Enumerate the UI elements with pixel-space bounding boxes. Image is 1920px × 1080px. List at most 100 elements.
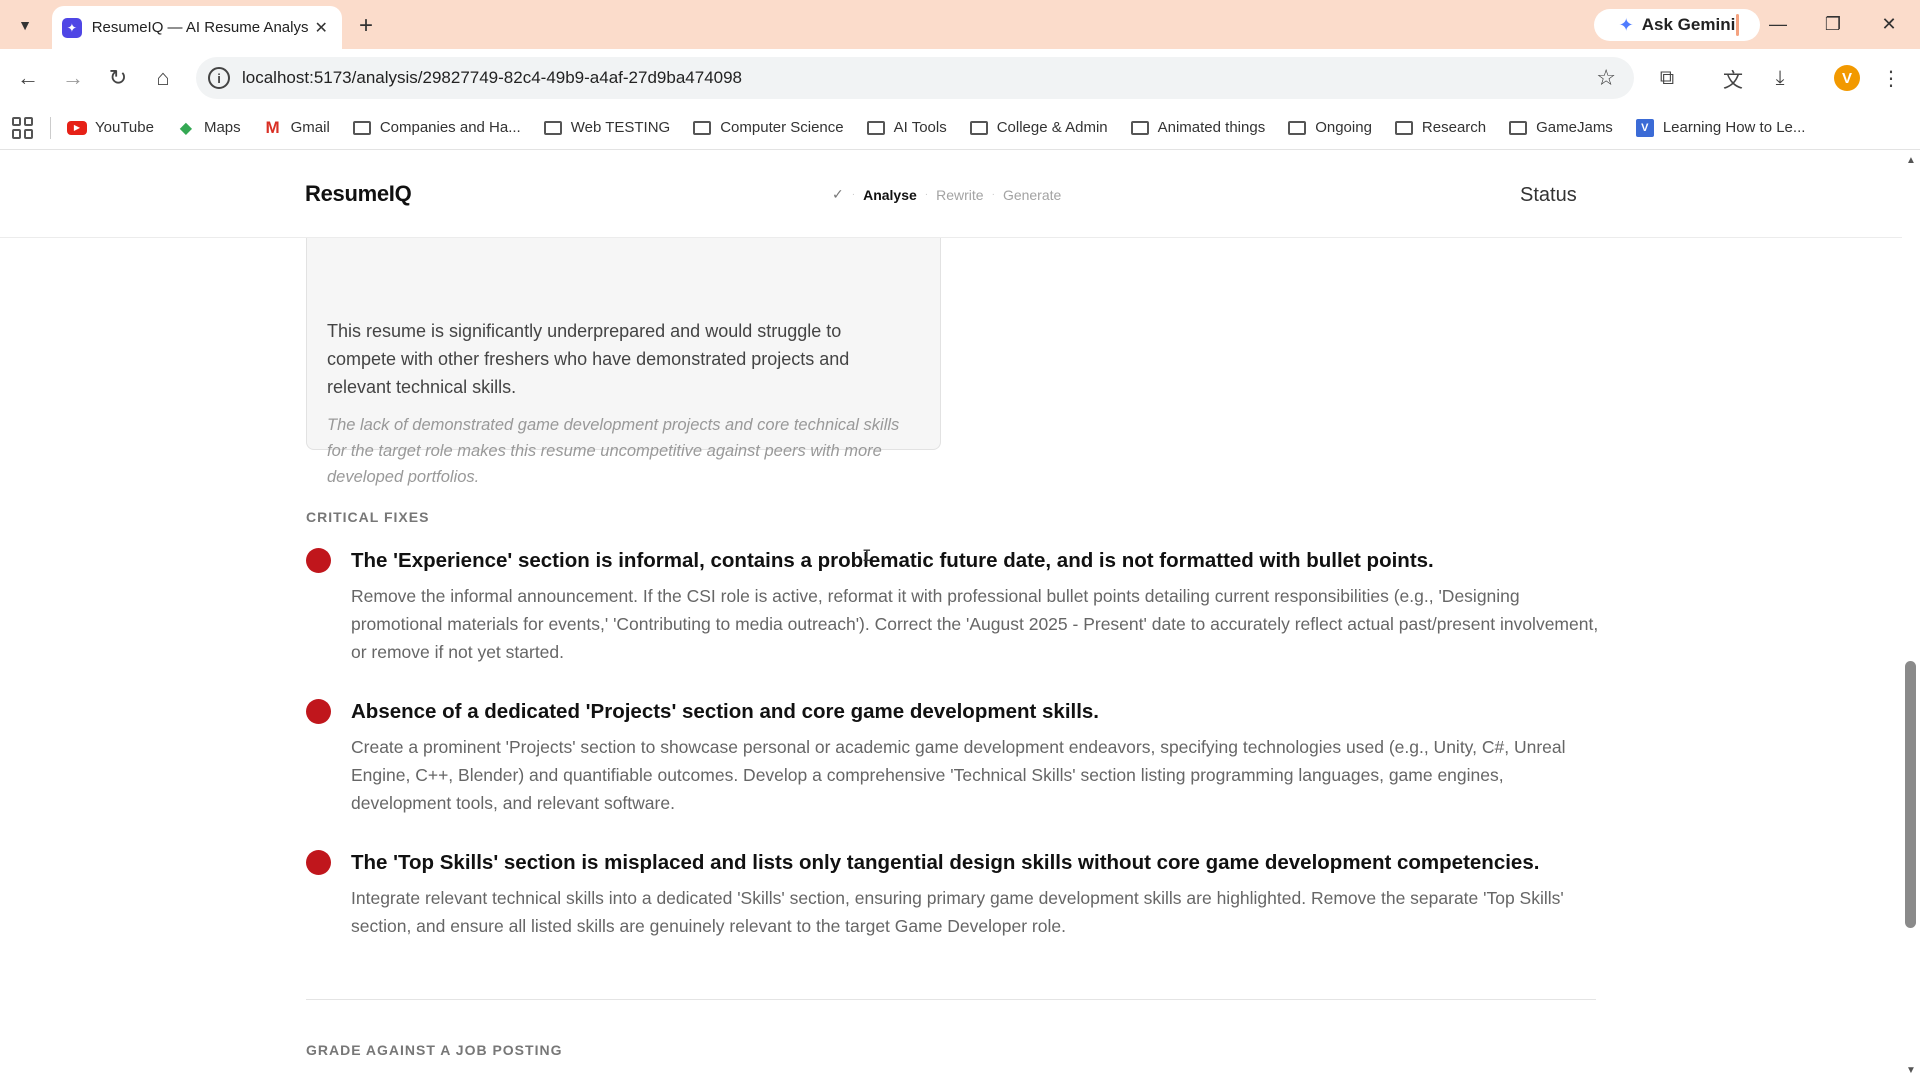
youtube-icon: ▶ <box>67 120 87 135</box>
translate-button[interactable]: 文 <box>1716 61 1750 95</box>
bookmarks-separator <box>50 116 51 139</box>
critical-fixes-heading: CRITICAL FIXES <box>306 509 430 525</box>
scroll-down-icon[interactable]: ▼ <box>1906 1065 1916 1076</box>
bookmark-animated-things[interactable]: Animated things <box>1130 119 1265 137</box>
page-scrollbar[interactable]: ▲ ▼ <box>1902 151 1920 1080</box>
minimize-icon: — <box>1769 13 1787 34</box>
scroll-up-icon[interactable]: ▲ <box>1906 155 1916 166</box>
bookmark-research[interactable]: Research <box>1394 119 1486 137</box>
url-text[interactable]: localhost:5173/analysis/29827749-82c4-49… <box>242 68 742 88</box>
tab-search-button[interactable]: ▼ <box>10 10 40 40</box>
fix-detail: Integrate relevant technical skills into… <box>351 888 1564 936</box>
step-separator: · <box>851 189 856 200</box>
new-tab-button[interactable]: + <box>352 12 380 40</box>
step-rewrite[interactable]: Rewrite <box>936 187 983 203</box>
restore-icon: ❐ <box>1824 13 1842 34</box>
arrow-left-icon: ← <box>17 65 39 90</box>
puzzle-icon: ⧉ <box>1659 66 1675 89</box>
progress-steps: ✓ · Analyse · Rewrite · Generate <box>832 186 1061 203</box>
bookmark-learning[interactable]: V Learning How to Le... <box>1635 118 1805 137</box>
close-icon[interactable]: ✕ <box>310 17 332 39</box>
bookmark-ongoing[interactable]: Ongoing <box>1287 119 1372 137</box>
folder-icon <box>693 120 712 135</box>
critical-severity-icon <box>306 699 331 724</box>
bookmark-gmail[interactable]: M Gmail <box>263 117 330 137</box>
reload-icon: ↻ <box>108 65 128 90</box>
bookmark-star-icon[interactable]: ☆ <box>1596 65 1616 91</box>
restore-button[interactable]: ❐ <box>1810 8 1856 40</box>
verdict-summary: This resume is significantly underprepar… <box>327 321 850 397</box>
apps-grid-icon[interactable] <box>12 116 34 139</box>
step-separator: · <box>924 189 929 200</box>
downloads-button[interactable]: ⤓ <box>1763 61 1797 95</box>
fix-title: The 'Top Skills' section is misplaced an… <box>351 851 1540 874</box>
ask-gemini-label: Ask Gemini <box>1641 15 1736 34</box>
critical-fix-item: The 'Top Skills' section is misplaced an… <box>306 850 1596 940</box>
folder-icon <box>352 120 371 135</box>
download-icon: ⤓ <box>1775 66 1785 89</box>
folder-icon <box>543 120 562 135</box>
page-viewport: This resume is significantly underprepar… <box>0 151 1902 1080</box>
close-window-button[interactable]: ✕ <box>1866 8 1912 40</box>
gemini-sparkle-icon: ✦ <box>1618 14 1634 35</box>
step-separator: · <box>991 189 995 200</box>
bookmark-maps[interactable]: ◆ Maps <box>176 119 241 137</box>
job-posting-heading: GRADE AGAINST A JOB POSTING <box>306 1042 563 1058</box>
folder-icon <box>1509 120 1528 135</box>
step-analyse[interactable]: Analyse <box>863 187 917 203</box>
browser-menu-button[interactable]: ⋮ <box>1874 61 1908 95</box>
bookmark-companies[interactable]: Companies and Ha... <box>352 119 521 137</box>
extensions-button[interactable]: ⧉ <box>1650 61 1684 95</box>
folder-icon <box>866 120 885 135</box>
home-button[interactable]: ⌂ <box>146 61 180 95</box>
reload-button[interactable]: ↻ <box>101 61 135 95</box>
tab-title: ResumeIQ — AI Resume Analys <box>91 19 309 36</box>
verdict-card: This resume is significantly underprepar… <box>306 211 941 486</box>
status-link[interactable]: Status <box>1520 184 1577 207</box>
gmail-icon: M <box>265 117 280 137</box>
bookmark-college-admin[interactable]: College & Admin <box>969 119 1108 137</box>
forward-button[interactable]: → <box>56 61 90 95</box>
folder-icon <box>1130 120 1149 135</box>
fix-title: The 'Experience' section is informal, co… <box>351 549 1434 572</box>
critical-severity-icon <box>306 548 331 573</box>
close-window-icon: ✕ <box>1881 13 1897 34</box>
kebab-menu-icon: ⋮ <box>1881 67 1901 90</box>
address-bar[interactable]: i localhost:5173/analysis/29827749-82c4-… <box>196 57 1634 99</box>
verdict-note: The lack of demonstrated game developmen… <box>327 416 900 486</box>
critical-fix-item: Absence of a dedicated 'Projects' sectio… <box>306 699 1596 814</box>
translate-icon: 文 <box>1723 69 1743 92</box>
step-generate[interactable]: Generate <box>1003 187 1061 203</box>
chevron-down-icon: ▼ <box>18 17 32 33</box>
tabbar-separator <box>1736 14 1739 36</box>
learning-icon: V <box>1635 118 1654 137</box>
site-info-icon[interactable]: i <box>208 67 230 89</box>
bookmark-gamejams[interactable]: GameJams <box>1508 119 1613 137</box>
minimize-button[interactable]: — <box>1755 8 1801 40</box>
active-tab[interactable]: ✦ ResumeIQ — AI Resume Analys ✕ <box>52 6 342 49</box>
home-icon: ⌂ <box>156 65 170 90</box>
fix-detail: Remove the informal announcement. If the… <box>351 586 1599 662</box>
folder-icon <box>969 120 988 135</box>
plus-icon: + <box>358 12 373 39</box>
browser-toolbar: ← → ↻ ⌂ i localhost:5173/analysis/298277… <box>0 49 1920 106</box>
bookmark-youtube[interactable]: ▶ YouTube <box>67 119 154 137</box>
tab-bar: ▼ ✦ ResumeIQ — AI Resume Analys ✕ + ✦ As… <box>0 0 1920 49</box>
profile-avatar[interactable]: V <box>1834 65 1860 91</box>
brand-logo[interactable]: ResumeIQ <box>305 181 412 207</box>
back-button[interactable]: ← <box>11 61 45 95</box>
resumeiq-favicon-icon: ✦ <box>62 17 82 38</box>
bookmark-ai-tools[interactable]: AI Tools <box>866 119 947 137</box>
maps-icon: ◆ <box>179 119 193 137</box>
fix-title: Absence of a dedicated 'Projects' sectio… <box>351 700 1099 723</box>
check-icon: ✓ <box>832 186 844 202</box>
bookmark-web-testing[interactable]: Web TESTING <box>543 119 670 137</box>
bookmarks-bar: ▶ YouTube ◆ Maps M Gmail Companies and Ha..… <box>0 106 1920 150</box>
folder-icon <box>1394 120 1413 135</box>
bookmark-computer-science[interactable]: Computer Science <box>692 119 844 137</box>
critical-fix-item: The 'Experience' section is informal, co… <box>306 548 1598 663</box>
section-divider <box>306 999 1596 1000</box>
scrollbar-thumb[interactable] <box>1905 661 1916 928</box>
critical-severity-icon <box>306 850 331 875</box>
text-cursor-icon: I <box>862 546 872 565</box>
